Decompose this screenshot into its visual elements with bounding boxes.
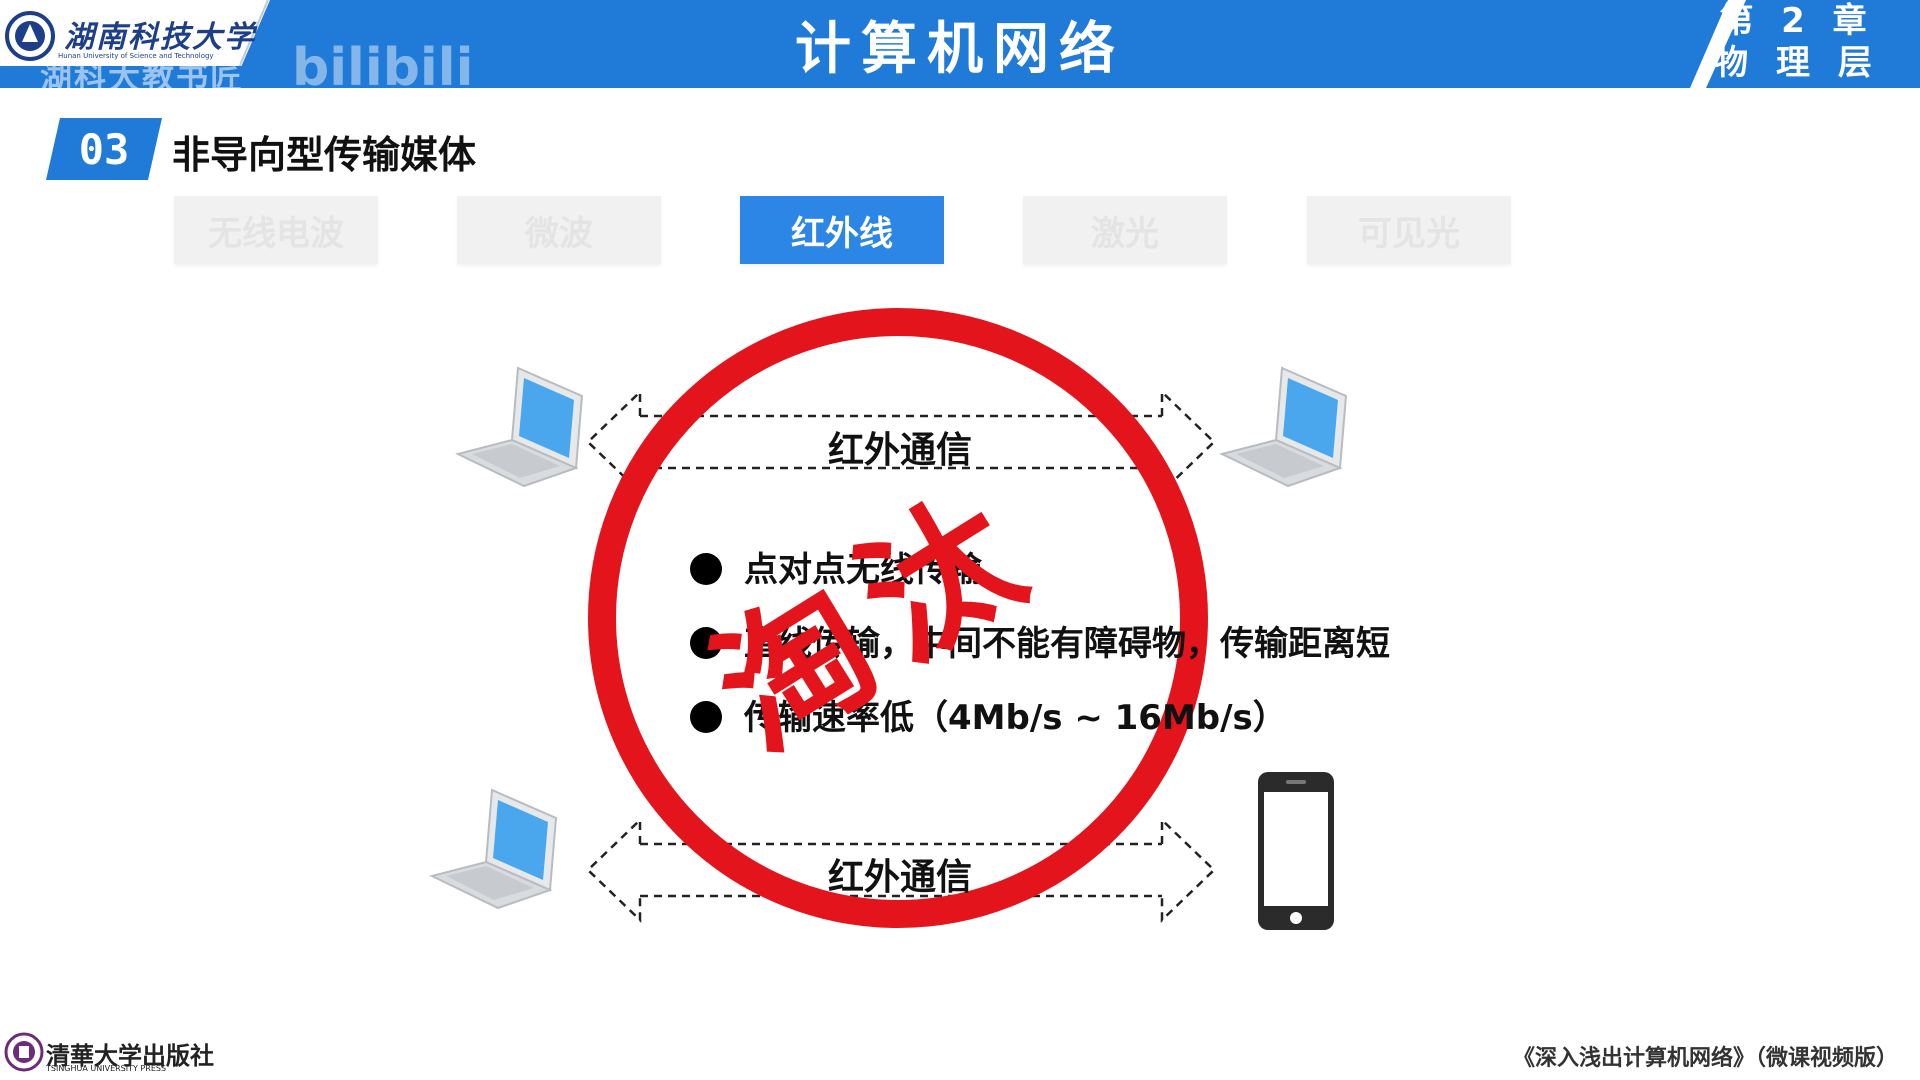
bullet-dot-icon (690, 700, 722, 733)
press-emblem-icon (4, 1032, 44, 1072)
bottom-link-label: 红外通信 (828, 857, 973, 898)
laptop-icon (429, 788, 558, 910)
press-english-name: TSINGHUA UNIVERSITY PRESS (46, 1064, 167, 1073)
book-title: 《深入浅出计算机网络》（微课视频版） (1512, 1046, 1898, 1071)
laptop-icon (455, 366, 584, 488)
laptop-icon (1219, 366, 1348, 488)
smartphone-icon (1258, 772, 1334, 930)
